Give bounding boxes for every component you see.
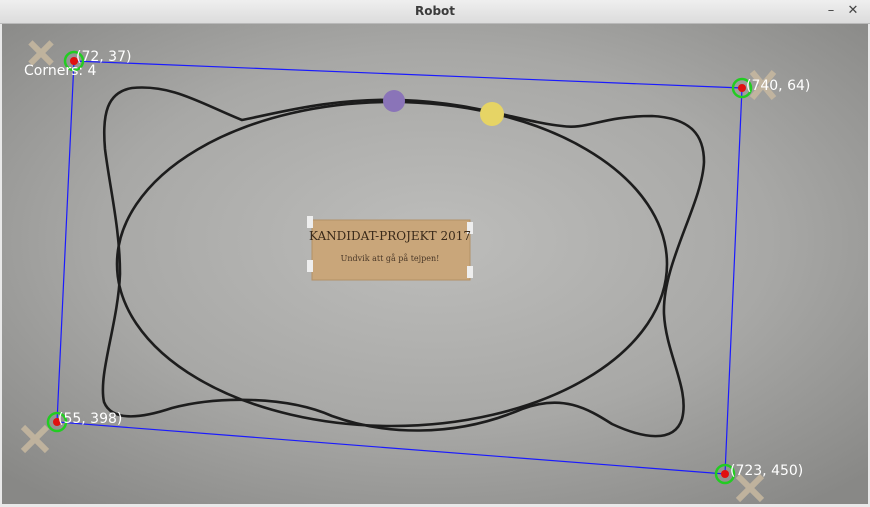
yellow-marker [480,102,504,126]
camera-frame: KANDIDAT-PROJEKT 2017 Undvik att gå på t… [2,24,868,504]
close-button[interactable]: ✕ [845,3,861,19]
project-sign: KANDIDAT-PROJEKT 2017 Undvik att gå på t… [307,216,473,281]
camera-view: KANDIDAT-PROJEKT 2017 Undvik att gå på t… [2,24,868,504]
corner-label-bottom-left: (55, 398) [58,411,122,427]
corners-count-label: Corners: 4 [24,63,97,79]
purple-marker [383,90,405,112]
window-title: Robot [414,4,456,18]
app-window: Robot – ✕ KANDIDAT-PROJEKT 2017 Undvik a… [0,0,870,507]
minimize-button[interactable]: – [823,3,839,19]
corner-label-top-right: (740, 64) [746,78,810,94]
sign-title: KANDIDAT-PROJEKT 2017 [309,229,471,243]
title-bar[interactable]: Robot – ✕ [0,0,870,24]
sign-subtitle: Undvik att gå på tejpen! [341,254,440,263]
corner-label-bottom-right: (723, 450) [730,463,803,479]
corner-label-top-left: (72, 37) [76,49,131,65]
